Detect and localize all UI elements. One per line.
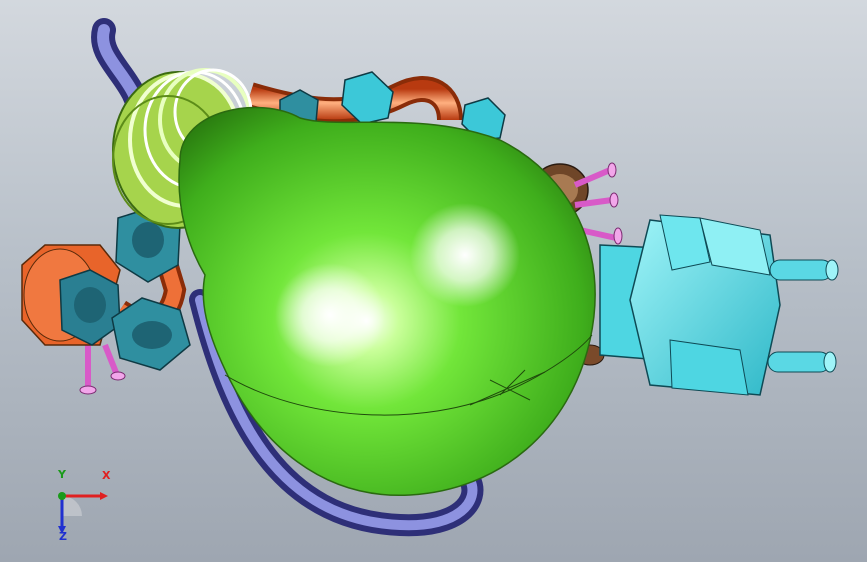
x-axis-label: X [102,469,111,482]
screw[interactable] [79,345,97,395]
z-axis-label: Z [59,530,67,543]
plug-prong[interactable] [767,351,837,373]
hex-nut[interactable] [59,269,121,346]
triad-axes-icon [58,492,108,534]
graphics-viewport[interactable]: X Y Z [0,0,867,562]
coordinate-triad: X Y Z [40,468,120,548]
plug-prong[interactable] [769,259,839,281]
y-axis-label: Y [58,468,66,481]
model-scene[interactable] [0,0,867,562]
power-plug[interactable] [599,214,839,396]
